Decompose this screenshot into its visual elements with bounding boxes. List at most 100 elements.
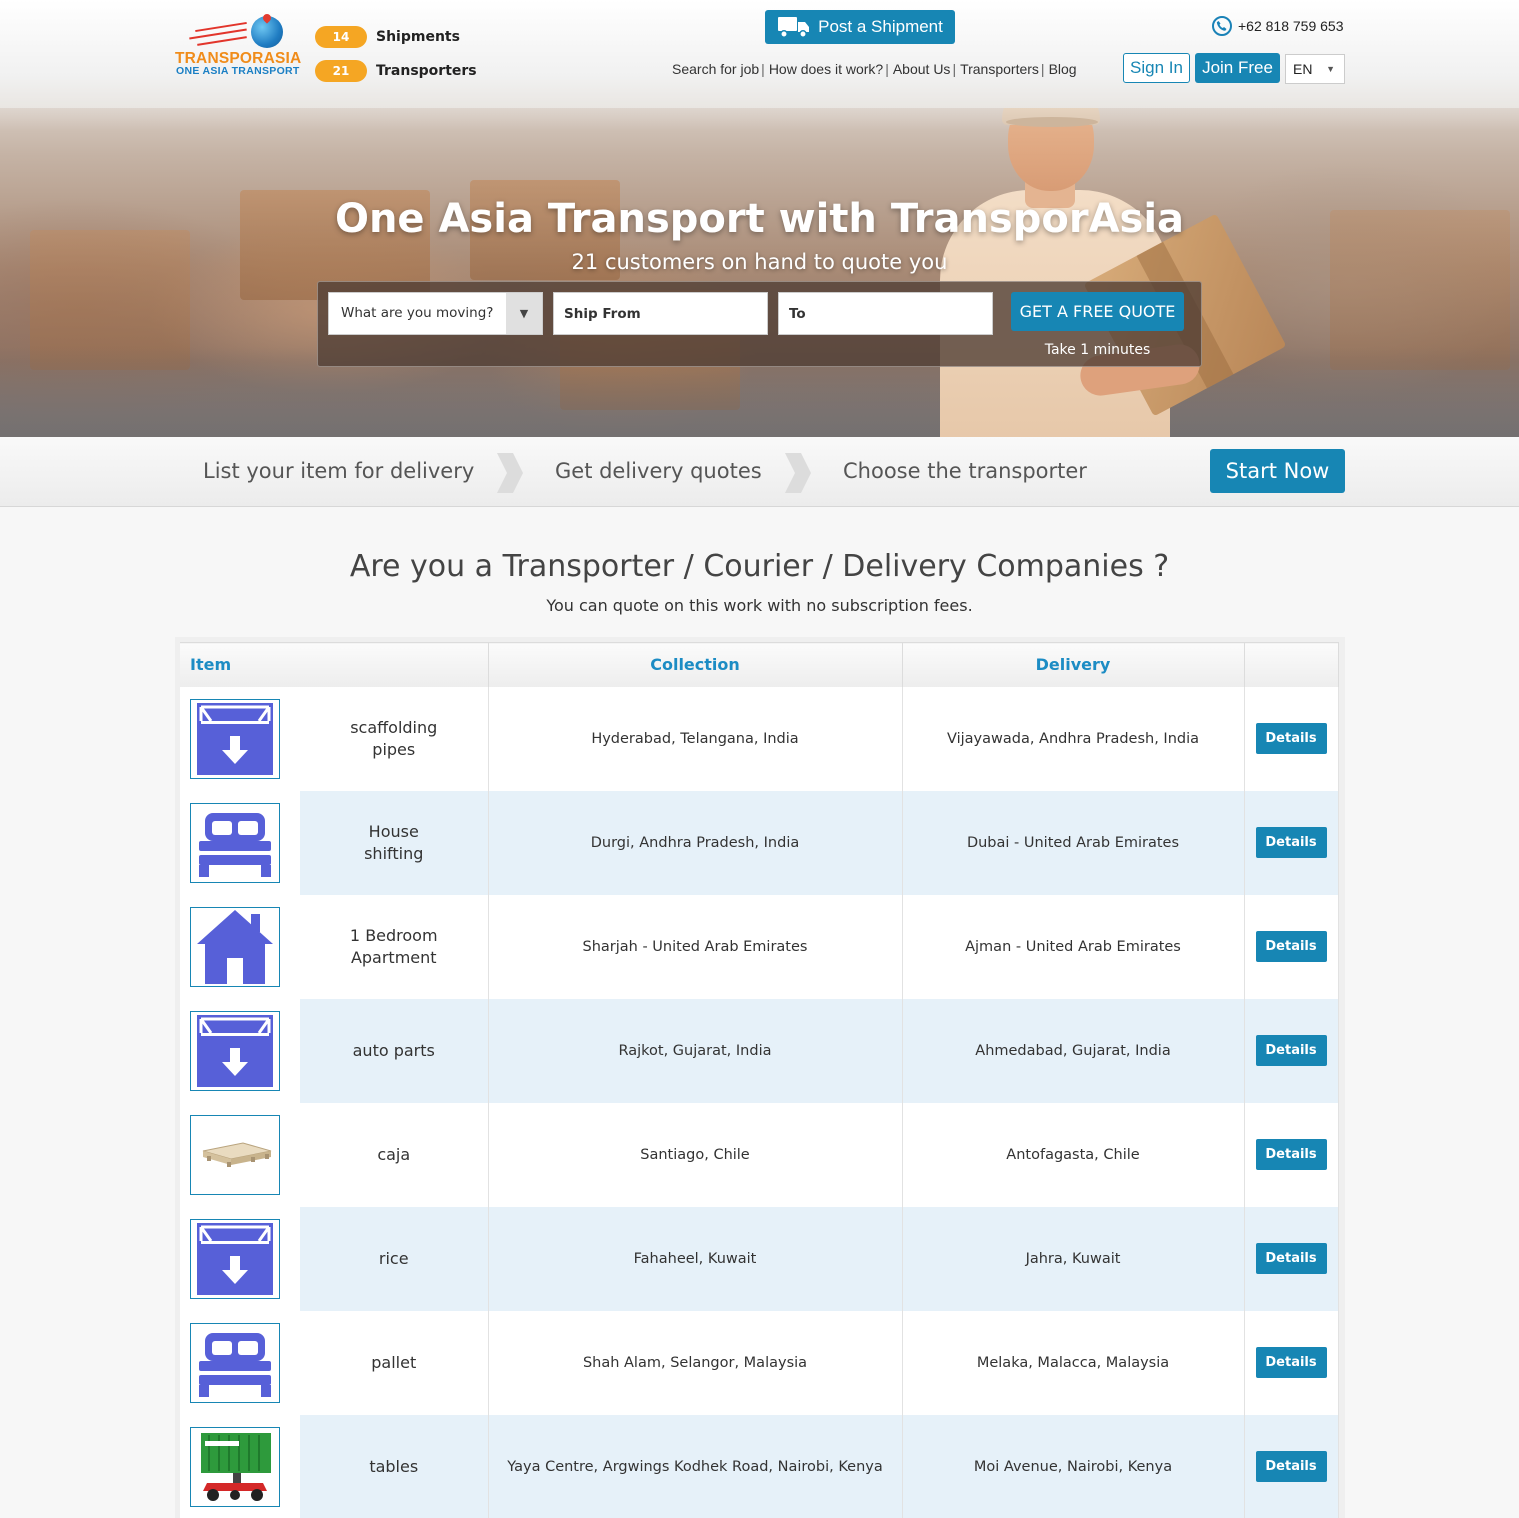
table-body: scaffolding pipes Hyderabad, Telangana, I… bbox=[180, 686, 1339, 1518]
item-name: auto parts bbox=[300, 998, 489, 1103]
container-icon bbox=[190, 1426, 280, 1507]
chevron-down-icon: ▼ bbox=[506, 293, 542, 334]
table-row: 1 Bedroom Apartment Sharjah - United Arab… bbox=[180, 894, 1339, 999]
phone-contact[interactable]: +62 818 759 653 bbox=[1212, 16, 1344, 36]
table-row: pallet Shah Alam, Selangor, Malaysia Melak… bbox=[180, 1310, 1339, 1415]
ship-from-input[interactable] bbox=[553, 292, 768, 335]
ship-to-input[interactable] bbox=[778, 292, 993, 335]
get-free-quote-button[interactable]: GET A FREE QUOTE bbox=[1011, 292, 1184, 331]
step-list-item: List your item for delivery bbox=[203, 459, 475, 483]
collection-location: Santiago, Chile bbox=[488, 1102, 903, 1207]
hero-subtitle: 21 customers on hand to quote you bbox=[571, 250, 948, 274]
join-free-button[interactable]: Join Free bbox=[1195, 53, 1280, 83]
actions-cell: Details bbox=[1244, 998, 1339, 1103]
item-name: House shifting bbox=[300, 790, 489, 895]
details-button[interactable]: Details bbox=[1255, 931, 1327, 962]
actions-cell: Details bbox=[1244, 894, 1339, 999]
details-button[interactable]: Details bbox=[1255, 1347, 1327, 1378]
nav-transporters[interactable]: Transporters bbox=[960, 61, 1039, 77]
language-select[interactable]: EN ▼ bbox=[1285, 54, 1345, 84]
details-button[interactable]: Details bbox=[1255, 827, 1327, 858]
quote-form: What are you moving? ▼ GET A FREE QUOTE … bbox=[317, 281, 1202, 367]
nav-about-us[interactable]: About Us bbox=[893, 61, 951, 77]
quote-note: Take 1 minutes bbox=[1044, 342, 1151, 358]
bed-icon bbox=[190, 1322, 280, 1403]
phone-number: +62 818 759 653 bbox=[1238, 18, 1344, 34]
details-button[interactable]: Details bbox=[1255, 1243, 1327, 1274]
delivery-location: Moi Avenue, Nairobi, Kenya bbox=[902, 1414, 1245, 1518]
details-button[interactable]: Details bbox=[1255, 1451, 1327, 1482]
hero-banner: One Asia Transport with TransporAsia 21 … bbox=[0, 60, 1519, 437]
main-nav: Search for job | How does it work? | About… bbox=[672, 61, 1077, 77]
table-row: caja Santiago, Chile Antofagasta, Chile Det… bbox=[180, 1102, 1339, 1207]
pallet-icon bbox=[190, 1114, 280, 1195]
jobs-table-container: Item Collection Delivery scaffolding pip… bbox=[175, 637, 1345, 1518]
delivery-location: Melaka, Malacca, Malaysia bbox=[902, 1310, 1245, 1415]
post-shipment-button[interactable]: Post a Shipment bbox=[765, 10, 955, 44]
step-choose-transporter: Choose the transporter bbox=[843, 459, 1087, 483]
collection-location: Shah Alam, Selangor, Malaysia bbox=[488, 1310, 903, 1415]
logo-tagline: ONE ASIA TRANSPORT bbox=[176, 65, 300, 77]
item-name: rice bbox=[300, 1206, 489, 1311]
actions-cell: Details bbox=[1244, 1206, 1339, 1311]
delivery-location: Vijayawada, Andhra Pradesh, India bbox=[902, 686, 1245, 791]
start-now-button[interactable]: Start Now bbox=[1210, 449, 1345, 493]
table-header-row: Item Collection Delivery bbox=[180, 642, 1339, 687]
logo[interactable]: TRANSPORASIA ONE ASIA TRANSPORT bbox=[175, 14, 310, 78]
truck-icon bbox=[778, 17, 810, 38]
post-shipment-label: Post a Shipment bbox=[818, 17, 943, 36]
steps-bar: List your item for delivery Get delivery… bbox=[0, 437, 1519, 507]
nav-how-it-works[interactable]: How does it work? bbox=[769, 61, 883, 77]
item-type-select[interactable]: What are you moving? ▼ bbox=[328, 292, 543, 335]
item-thumbnail-cell bbox=[180, 1414, 300, 1518]
actions-cell: Details bbox=[1244, 1414, 1339, 1518]
delivery-location: Jahra, Kuwait bbox=[902, 1206, 1245, 1311]
collection-location: Durgi, Andhra Pradesh, India bbox=[488, 790, 903, 895]
bed-icon bbox=[190, 802, 280, 883]
table-row: scaffolding pipes Hyderabad, Telangana, I… bbox=[180, 686, 1339, 791]
table-row: House shifting Durgi, Andhra Pradesh, Ind… bbox=[180, 790, 1339, 895]
item-name: pallet bbox=[300, 1310, 489, 1415]
details-button[interactable]: Details bbox=[1255, 1035, 1327, 1066]
item-thumbnail-cell bbox=[180, 1206, 300, 1311]
collection-location: Sharjah - United Arab Emirates bbox=[488, 894, 903, 999]
chevron-right-icon bbox=[497, 453, 523, 493]
delivery-location: Ahmedabad, Gujarat, India bbox=[902, 998, 1245, 1103]
language-value: EN bbox=[1293, 61, 1313, 77]
hero-title: One Asia Transport with TransporAsia bbox=[334, 196, 1185, 242]
details-button[interactable]: Details bbox=[1255, 723, 1327, 754]
item-name: tables bbox=[300, 1414, 489, 1518]
collection-location: Yaya Centre, Argwings Kodhek Road, Nairo… bbox=[488, 1414, 903, 1518]
table-row: tables Yaya Centre, Argwings Kodhek Road,… bbox=[180, 1414, 1339, 1518]
item-thumbnail-cell bbox=[180, 998, 300, 1103]
item-name: 1 Bedroom Apartment bbox=[300, 894, 489, 999]
house-icon bbox=[190, 906, 280, 987]
section-title: Are you a Transporter / Courier / Delive… bbox=[349, 549, 1170, 584]
sign-in-button[interactable]: Sign In bbox=[1123, 53, 1190, 83]
item-thumbnail-cell bbox=[180, 1102, 300, 1207]
chevron-down-icon: ▼ bbox=[1326, 64, 1335, 74]
column-header-item: Item bbox=[180, 642, 489, 687]
column-header-actions bbox=[1244, 642, 1339, 687]
section-subtitle: You can quote on this work with no subsc… bbox=[546, 596, 973, 615]
item-thumbnail-cell bbox=[180, 790, 300, 895]
step-get-quotes: Get delivery quotes bbox=[555, 459, 762, 483]
phone-icon bbox=[1212, 16, 1232, 36]
column-header-delivery: Delivery bbox=[902, 642, 1245, 687]
box-down-icon bbox=[190, 1218, 280, 1299]
chevron-right-icon bbox=[785, 453, 811, 493]
actions-cell: Details bbox=[1244, 686, 1339, 791]
box-down-icon bbox=[190, 1010, 280, 1091]
shipments-stat: 14 Shipments bbox=[315, 26, 460, 48]
item-name: caja bbox=[300, 1102, 489, 1207]
item-thumbnail-cell bbox=[180, 894, 300, 999]
actions-cell: Details bbox=[1244, 790, 1339, 895]
delivery-location: Dubai - United Arab Emirates bbox=[902, 790, 1245, 895]
actions-cell: Details bbox=[1244, 1310, 1339, 1415]
globe-icon bbox=[251, 16, 283, 48]
details-button[interactable]: Details bbox=[1255, 1139, 1327, 1170]
shipments-count-badge: 14 bbox=[315, 26, 367, 48]
nav-blog[interactable]: Blog bbox=[1049, 61, 1077, 77]
item-type-placeholder: What are you moving? bbox=[341, 305, 494, 321]
nav-search-for-job[interactable]: Search for job bbox=[672, 61, 759, 77]
